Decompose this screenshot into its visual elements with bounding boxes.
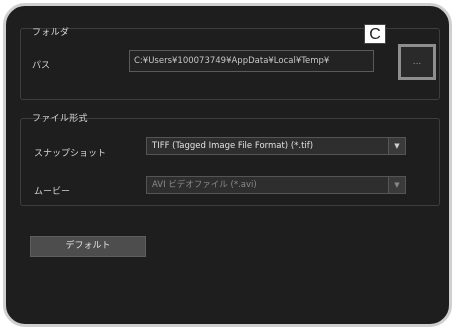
movie-format-select[interactable]: AVI ビデオファイル (*.avi) ▼ [146,176,406,194]
default-button[interactable]: デフォルト [30,236,146,257]
settings-panel: フォルダ パス C:¥Users¥100073749¥AppData¥Local… [3,3,452,327]
folder-group-title: フォルダ [32,28,70,38]
path-input[interactable]: C:¥Users¥100073749¥AppData¥Local¥Temp¥ [129,50,374,72]
snapshot-label: スナップショット [34,149,107,159]
path-label: パス [32,61,51,71]
dropdown-arrow-icon[interactable]: ▼ [388,138,405,154]
file-format-group-title: ファイル形式 [32,114,88,124]
movie-label: ムービー [34,187,71,197]
dropdown-arrow-icon[interactable]: ▼ [388,177,405,193]
callout-label: C [364,24,386,44]
movie-format-value: AVI ビデオファイル (*.avi) [152,180,257,190]
snapshot-format-value: TIFF (Tagged Image File Format) (*.tif) [152,141,314,151]
snapshot-format-select[interactable]: TIFF (Tagged Image File Format) (*.tif) … [146,137,406,155]
browse-button[interactable]: ... [398,44,436,80]
